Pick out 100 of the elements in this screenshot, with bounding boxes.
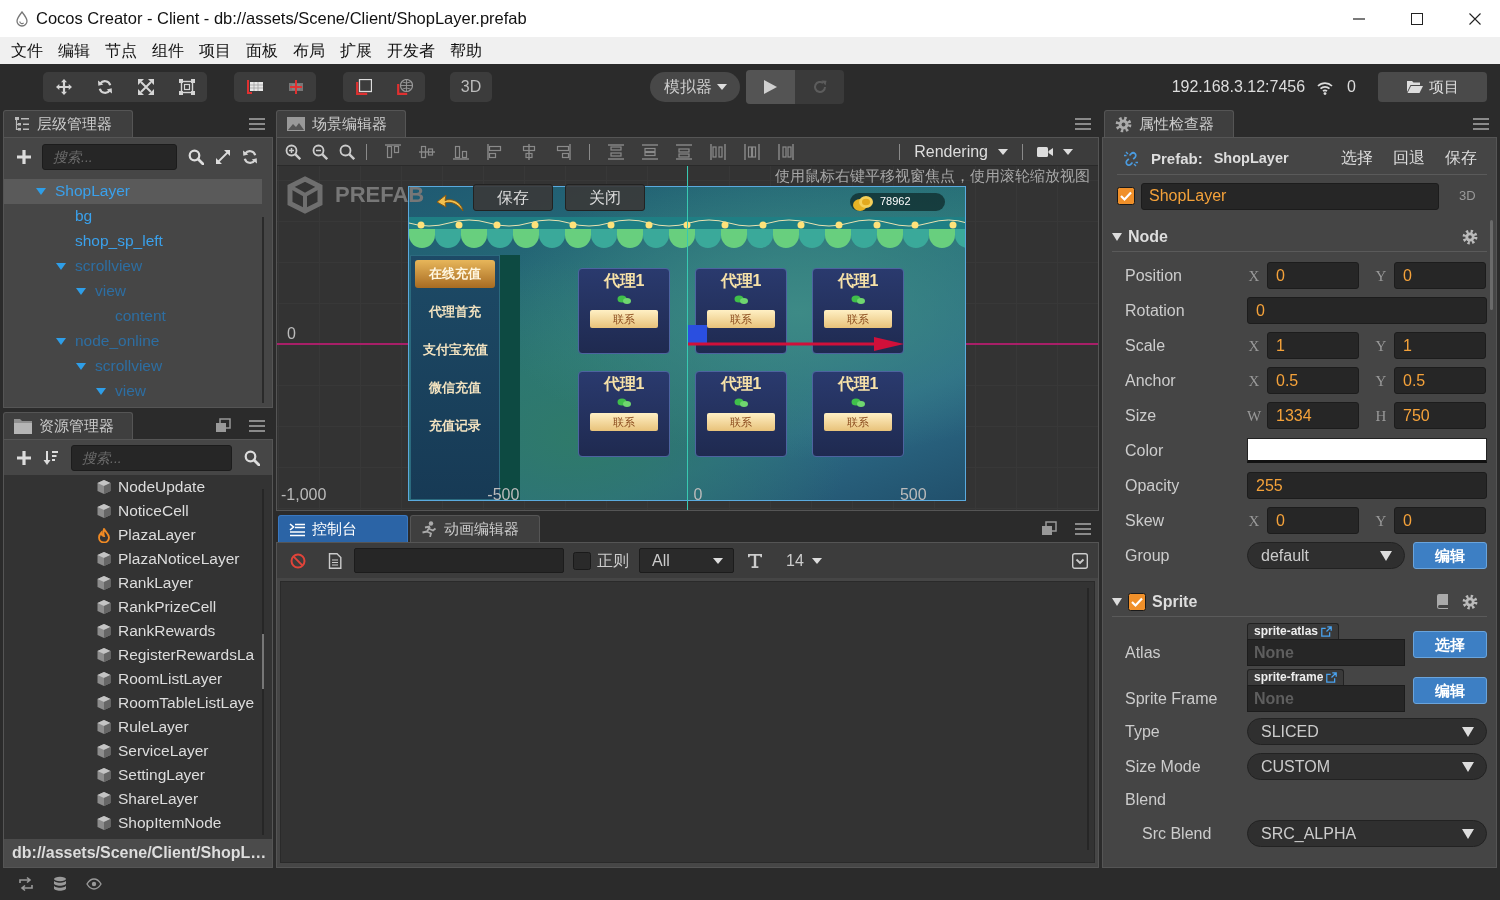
number-field[interactable]: 1 [1394,332,1486,359]
search-field[interactable]: 搜索... [42,144,177,170]
corner-grid-icon[interactable] [246,80,263,94]
distribute-right-icon[interactable] [778,143,794,160]
menu-icon[interactable] [1075,117,1091,130]
contact-button[interactable]: 联系 [824,310,892,328]
contact-button[interactable]: 联系 [707,310,775,328]
panel-tab[interactable]: 资源管理器 [3,412,133,439]
simulator-dropdown[interactable]: 模拟器 [650,72,740,102]
number-field[interactable]: 1 [1267,332,1359,359]
asset-item[interactable]: RoomTableListLaye [4,691,262,715]
section-expand-icon[interactable] [1112,232,1122,241]
asset-item[interactable]: RankRewards [4,619,262,643]
asset-item[interactable]: PlazaLayer [4,523,262,547]
refresh-icon[interactable] [242,149,258,165]
number-field[interactable]: 0 [1394,507,1486,534]
rect-handles-icon[interactable] [178,79,195,95]
menu-item[interactable]: 帮助 [442,37,489,64]
number-field[interactable]: 255 [1247,472,1487,499]
menu-icon[interactable] [1473,117,1489,130]
asset-item[interactable]: RuleLayer [4,715,262,739]
asset-item[interactable]: RankPrizeCell [4,595,262,619]
restore-icon[interactable] [1041,521,1057,536]
asset-item[interactable]: NoticeCell [4,499,262,523]
asset-action-button[interactable]: 编辑 [1413,677,1487,704]
color-swatch[interactable] [1247,438,1487,463]
recharge-tab[interactable]: 充值记录 [415,412,495,440]
distribute-center-icon[interactable] [744,143,760,160]
gear-icon[interactable] [1462,228,1478,245]
zoom-in-icon[interactable] [285,143,301,160]
number-field[interactable]: 0.5 [1394,367,1486,394]
menu-item[interactable]: 面板 [238,37,285,64]
menu-item[interactable]: 项目 [191,37,238,64]
asset-item[interactable]: SettingLayer [4,763,262,787]
asset-item[interactable]: PlazaNoticeLayer [4,547,262,571]
distribute-left-icon[interactable] [710,143,726,160]
add-icon[interactable] [17,150,31,164]
diagonal-arrows-icon[interactable] [137,79,154,95]
asset-field[interactable]: None [1247,639,1405,666]
scrollbar-thumb[interactable] [262,634,264,689]
number-field[interactable]: 0 [1267,262,1359,289]
component-checkbox[interactable] [1128,592,1146,611]
number-field[interactable]: 0 [1267,507,1359,534]
menu-item[interactable]: 编辑 [50,37,97,64]
number-field[interactable]: 0 [1394,262,1486,289]
edit-groups-button[interactable]: 编辑 [1413,542,1487,569]
number-field[interactable]: 0 [1247,297,1487,324]
distribute-bottom-icon[interactable] [676,143,692,160]
panel-tab[interactable]: 控制台 [278,515,408,542]
restore-icon[interactable] [215,418,231,433]
rotate-icon[interactable] [96,79,113,95]
scrollbar-thumb[interactable] [1490,220,1493,310]
prefab-action-link[interactable]: 选择 [1331,149,1383,168]
asset-item[interactable]: NodeUpdate [4,475,262,499]
number-field[interactable]: 750 [1394,402,1486,429]
contact-button[interactable]: 联系 [824,413,892,431]
expand-arrow-icon[interactable] [56,263,66,270]
sync-icon[interactable] [18,876,34,892]
menu-icon[interactable] [1075,522,1091,535]
menu-icon[interactable] [249,419,265,432]
asset-item[interactable]: ShopItemNode [4,811,262,835]
move-gizmo-arrow[interactable] [688,337,904,351]
panel-tab[interactable]: 动画编辑器 [410,515,540,542]
move-icon[interactable] [55,79,72,95]
active-checkbox[interactable] [1117,187,1135,205]
contact-button[interactable]: 联系 [590,413,658,431]
panel-tab[interactable]: 场景编辑器 [276,110,406,137]
asset-type-link[interactable]: sprite-frame [1247,669,1345,685]
gear-icon[interactable] [1462,593,1478,610]
search-icon[interactable] [188,149,204,165]
globe-icon[interactable] [396,79,413,95]
book-icon[interactable] [1437,594,1448,609]
cross-grid-icon[interactable] [287,80,304,94]
log-level-dropdown[interactable]: All [639,548,734,573]
dropdown[interactable]: SRC_ALPHA [1247,820,1487,847]
recharge-tab[interactable]: 代理首充 [415,298,495,326]
number-field[interactable]: 0.5 [1267,367,1359,394]
database-icon[interactable] [52,876,68,892]
asset-item[interactable]: ServiceLayer [4,739,262,763]
menu-item[interactable]: 组件 [144,37,191,64]
regex-checkbox[interactable] [573,551,591,570]
search-icon[interactable] [244,449,260,466]
expand-arrow-icon[interactable] [56,338,66,345]
asset-field[interactable]: None [1247,685,1405,712]
sort-icon[interactable] [43,450,59,465]
panel-tab[interactable]: 层级管理器 [3,110,133,137]
asset-item[interactable]: RankLayer [4,571,262,595]
expand-arrow-icon[interactable] [96,388,106,395]
number-field[interactable]: 1334 [1267,402,1359,429]
zoom-reset-icon[interactable] [339,143,355,160]
close-icon[interactable] [1469,12,1481,25]
asset-action-button[interactable]: 选择 [1413,631,1487,658]
asset-item[interactable]: RegisterRewardsLa [4,643,262,667]
search-field[interactable]: 搜索... [71,444,232,471]
menu-icon[interactable] [249,117,265,130]
align-top-icon[interactable] [385,143,401,160]
document-icon[interactable] [328,552,342,569]
expand-arrow-icon[interactable] [76,363,86,370]
align-middle-icon[interactable] [419,143,435,160]
mode-3d-button[interactable]: 3D [450,72,492,102]
